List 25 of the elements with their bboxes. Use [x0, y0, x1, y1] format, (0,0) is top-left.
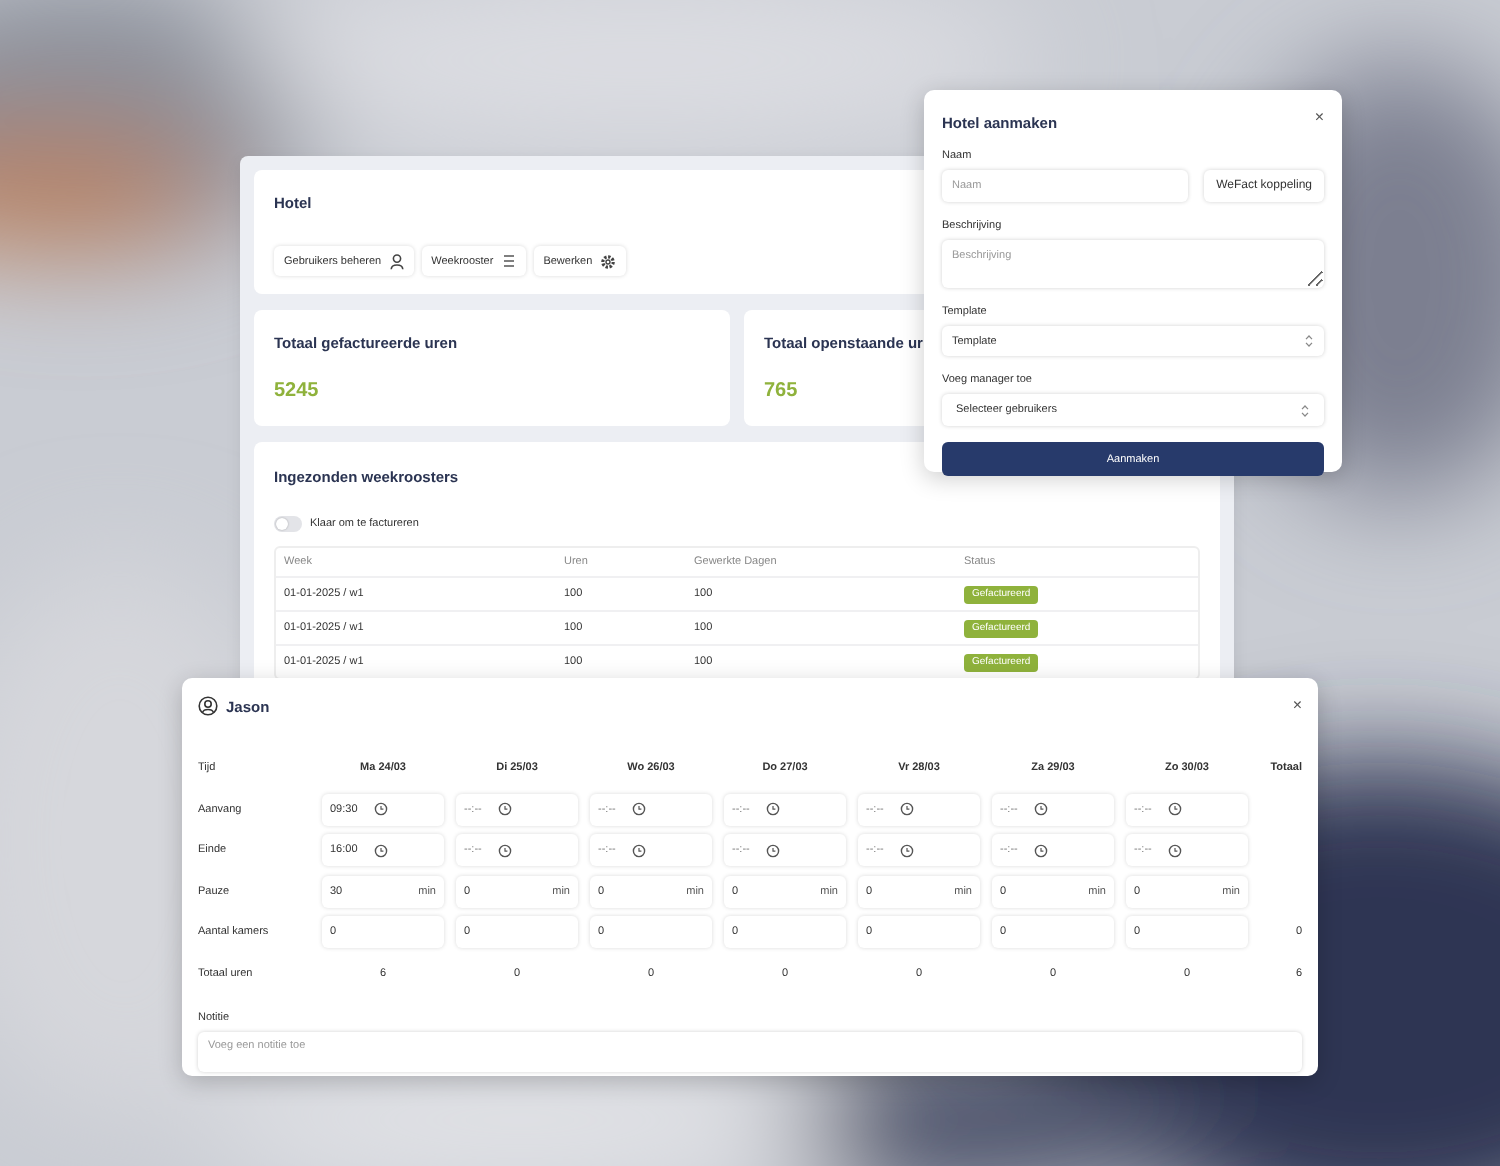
- close-button[interactable]: ×: [1314, 109, 1324, 125]
- chevron-icon: [1300, 403, 1310, 417]
- clock-icon: [899, 843, 914, 857]
- clock-icon: [373, 802, 388, 816]
- gear-icon: [600, 253, 617, 269]
- stat-value: 765: [764, 380, 798, 402]
- user-icon: [389, 253, 404, 269]
- clock-icon: [631, 843, 646, 857]
- chevron-icon: [1304, 334, 1314, 348]
- clock-icon: [1033, 802, 1048, 816]
- list-icon: [501, 254, 516, 268]
- stat-value: 5245: [274, 380, 319, 402]
- clock-icon: [631, 802, 646, 816]
- clock-icon: [1167, 843, 1182, 857]
- close-button[interactable]: ×: [1292, 698, 1302, 714]
- clock-icon: [765, 843, 780, 857]
- clock-icon: [497, 802, 512, 816]
- clock-icon: [1033, 843, 1048, 857]
- clock-icon: [497, 843, 512, 857]
- clock-icon: [1167, 802, 1182, 816]
- toggle-switch[interactable]: [274, 516, 302, 532]
- clock-icon: [899, 802, 914, 816]
- user-icon: [198, 696, 218, 716]
- clock-icon: [765, 802, 780, 816]
- clock-icon: [373, 843, 388, 857]
